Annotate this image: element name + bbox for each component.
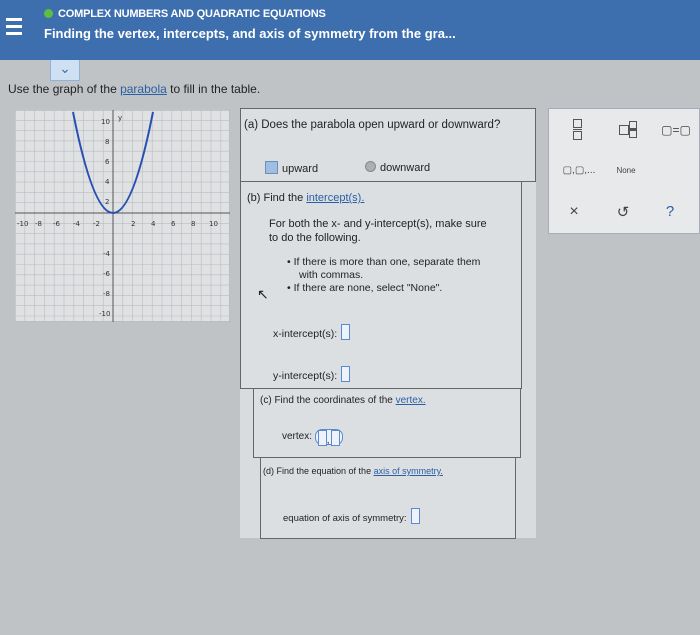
chevron-down-icon[interactable]: ⌄ [50, 60, 80, 81]
x-intercept-row: x-intercept(s): [273, 324, 351, 340]
x-tick-label: 8 [191, 220, 195, 228]
y-tick-label: -8 [103, 290, 110, 298]
part-b-heading: (b) Find the intercept(s). [247, 192, 365, 204]
equals-button[interactable]: ▢=▢ [659, 123, 693, 137]
question-panel: (a) Does the parabola open upward or dow… [240, 108, 536, 539]
axis-of-symmetry-input[interactable] [410, 508, 420, 524]
fraction-button[interactable] [567, 119, 587, 143]
option-downward[interactable]: downward [365, 161, 430, 174]
mixed-number-icon [619, 124, 629, 135]
math-toolbar: ▢=▢ ▢,▢,... None × ↺ ? [548, 108, 700, 234]
bullet-item: • If there are none, select "None". [287, 282, 443, 294]
none-button[interactable]: None [609, 166, 643, 175]
y-tick-label: -6 [103, 270, 111, 278]
part-b-instruction: to do the following. [269, 232, 361, 244]
vertex-x-input[interactable] [317, 430, 327, 446]
part-a-box: (a) Does the parabola open upward or dow… [240, 108, 536, 182]
vertex-y-input[interactable] [330, 430, 340, 446]
y-tick-label: 4 [105, 178, 110, 186]
topic-label: COMPLEX NUMBERS AND QUADRATIC EQUATIONS [44, 8, 326, 20]
vertex-row: vertex: , [282, 429, 343, 446]
bullet-item: • If there is more than one, separate th… [287, 256, 481, 268]
radio-upward[interactable] [265, 161, 278, 174]
y-intercept-row: y-intercept(s): [273, 366, 351, 382]
option-upward[interactable]: upward [265, 161, 318, 175]
radio-downward[interactable] [365, 161, 376, 172]
x-tick-label: 10 [209, 220, 218, 228]
part-c-heading: (c) Find the coordinates of the vertex. [260, 395, 426, 406]
fraction-icon [573, 119, 582, 140]
cursor-icon: ↖ [257, 286, 269, 302]
parabola-link[interactable]: parabola [120, 82, 167, 96]
list-button[interactable]: ▢,▢,... [561, 165, 597, 176]
part-b-box: (b) Find the intercept(s). For both the … [240, 181, 522, 389]
intercepts-link[interactable]: intercept(s). [306, 192, 364, 204]
x-tick-label: -2 [93, 220, 100, 228]
y-intercept-input[interactable] [341, 366, 351, 382]
status-dot-icon [44, 9, 53, 18]
x-tick-label: 4 [151, 220, 156, 228]
app-header: COMPLEX NUMBERS AND QUADRATIC EQUATIONS … [0, 0, 700, 60]
part-b-instruction: For both the x- and y-intercept(s), make… [269, 218, 487, 230]
vertex-input[interactable]: , [314, 429, 343, 446]
instruction-text: Use the graph of the parabola to fill in… [8, 82, 261, 96]
close-icon[interactable]: × [565, 203, 583, 221]
y-axis-label: y [118, 114, 122, 122]
parabola-graph: y -10 -8 -6 -4 -2 2 4 6 8 10 10 8 6 4 2 … [15, 110, 230, 322]
axis-of-symmetry-link[interactable]: axis of symmetry. [374, 466, 443, 476]
x-tick-label: -10 [17, 220, 28, 228]
help-icon[interactable]: ? [661, 203, 679, 220]
equals-icon: ▢=▢ [661, 123, 691, 137]
menu-icon[interactable] [6, 18, 22, 40]
part-d-box: (d) Find the equation of the axis of sym… [260, 457, 516, 539]
x-tick-label: -6 [53, 220, 61, 228]
axis-of-symmetry-row: equation of axis of symmetry: [283, 508, 420, 524]
x-tick-label: 2 [131, 220, 135, 228]
vertex-link[interactable]: vertex. [396, 395, 426, 406]
list-icon: ▢,▢,... [562, 165, 596, 176]
y-tick-label: -10 [99, 310, 110, 318]
y-tick-label: 6 [105, 158, 110, 166]
x-tick-label: 6 [171, 220, 176, 228]
y-tick-label: -4 [103, 250, 111, 258]
undo-icon[interactable]: ↺ [614, 203, 632, 221]
part-a-question: (a) Does the parabola open upward or dow… [244, 119, 501, 131]
y-tick-label: 2 [105, 198, 109, 206]
x-tick-label: -8 [35, 220, 42, 228]
mixed-number-button[interactable] [615, 121, 641, 139]
y-tick-label: 8 [105, 138, 109, 146]
part-d-heading: (d) Find the equation of the axis of sym… [263, 466, 443, 476]
page-title: Finding the vertex, intercepts, and axis… [44, 26, 456, 41]
part-c-box: (c) Find the coordinates of the vertex. … [253, 388, 521, 458]
y-tick-label: 10 [101, 118, 110, 126]
x-tick-label: -4 [73, 220, 81, 228]
x-intercept-input[interactable] [341, 324, 351, 340]
bullet-item: with commas. [299, 269, 364, 281]
